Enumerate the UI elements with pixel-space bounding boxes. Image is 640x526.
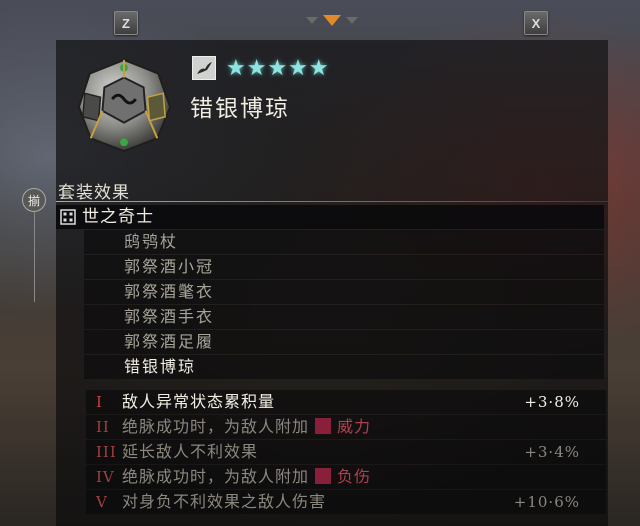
bonus-value: +3·8%	[524, 393, 580, 411]
bonus-value: +3·4%	[524, 443, 580, 461]
tab-indicator-right-icon[interactable]	[346, 17, 358, 24]
set-grid-icon	[60, 209, 76, 225]
set-piece-item: 郭祭酒氅衣	[84, 280, 604, 304]
set-piece-item: 郭祭酒足履	[84, 330, 604, 354]
set-bonus-row: II 绝脉成功时，为敌人附加 威力	[86, 415, 606, 439]
set-bonus-list: I 敌人异常状态累积量 +3·8% II 绝脉成功时，为敌人附加 威力 III 延…	[86, 390, 606, 515]
heading-underline	[56, 201, 608, 202]
bonus-description: 对身负不利效果之敌人伤害	[122, 492, 327, 511]
set-emblem-icon: 揃	[22, 188, 46, 212]
set-divider	[34, 212, 35, 302]
bonus-tier-numeral: I	[96, 393, 103, 411]
set-name: 世之奇士	[82, 207, 154, 227]
bonus-value: +10·6%	[513, 493, 580, 511]
bonus-description: 绝脉成功时，为敌人附加 威力	[122, 415, 371, 439]
status-tag-label: 负伤	[337, 467, 372, 486]
set-piece-list: 鸱鸮杖 郭祭酒小冠 郭祭酒氅衣 郭祭酒手衣 郭祭酒足履 错银博琼	[84, 230, 604, 380]
bird-rarity-icon	[192, 56, 216, 80]
bonus-tier-numeral: III	[96, 443, 117, 461]
set-piece-item: 鸱鸮杖	[84, 230, 604, 254]
set-effect-heading: 套装效果	[58, 183, 130, 203]
bonus-description-text: 绝脉成功时，为敌人附加	[122, 467, 310, 486]
set-piece-item-equipped: 错银博琼	[84, 355, 604, 379]
category-tabs[interactable]	[304, 14, 360, 28]
z-key-button[interactable]: Z	[114, 11, 138, 35]
dice-item-icon	[77, 58, 172, 153]
bonus-description-text: 绝脉成功时，为敌人附加	[122, 417, 310, 436]
item-title: 错银博琼	[190, 96, 290, 122]
set-piece-item: 郭祭酒小冠	[84, 255, 604, 279]
x-key-button[interactable]: X	[524, 11, 548, 35]
bonus-tier-numeral: II	[96, 418, 110, 436]
tab-indicator-left-icon[interactable]	[306, 17, 318, 24]
set-bonus-row: V 对身负不利效果之敌人伤害 +10·6%	[86, 490, 606, 514]
bonus-tier-numeral: V	[96, 493, 108, 511]
set-piece-item: 郭祭酒手衣	[84, 305, 604, 329]
status-tag-icon	[315, 467, 332, 484]
status-tag-icon	[315, 417, 332, 434]
bonus-description: 绝脉成功时，为敌人附加 负伤	[122, 465, 371, 489]
set-bonus-row: III 延长敌人不利效果 +3·4%	[86, 440, 606, 464]
status-tag-label: 威力	[337, 417, 372, 436]
bonus-tier-numeral: IV	[96, 468, 115, 486]
bonus-description: 延长敌人不利效果	[122, 442, 259, 461]
set-bonus-row: I 敌人异常状态累积量 +3·8%	[86, 390, 606, 414]
set-bonus-row: IV 绝脉成功时，为敌人附加 负伤	[86, 465, 606, 489]
tab-indicator-active-icon[interactable]	[323, 15, 341, 26]
bonus-description: 敌人异常状态累积量	[122, 392, 276, 411]
star-rating: ★★★★★	[226, 56, 330, 81]
